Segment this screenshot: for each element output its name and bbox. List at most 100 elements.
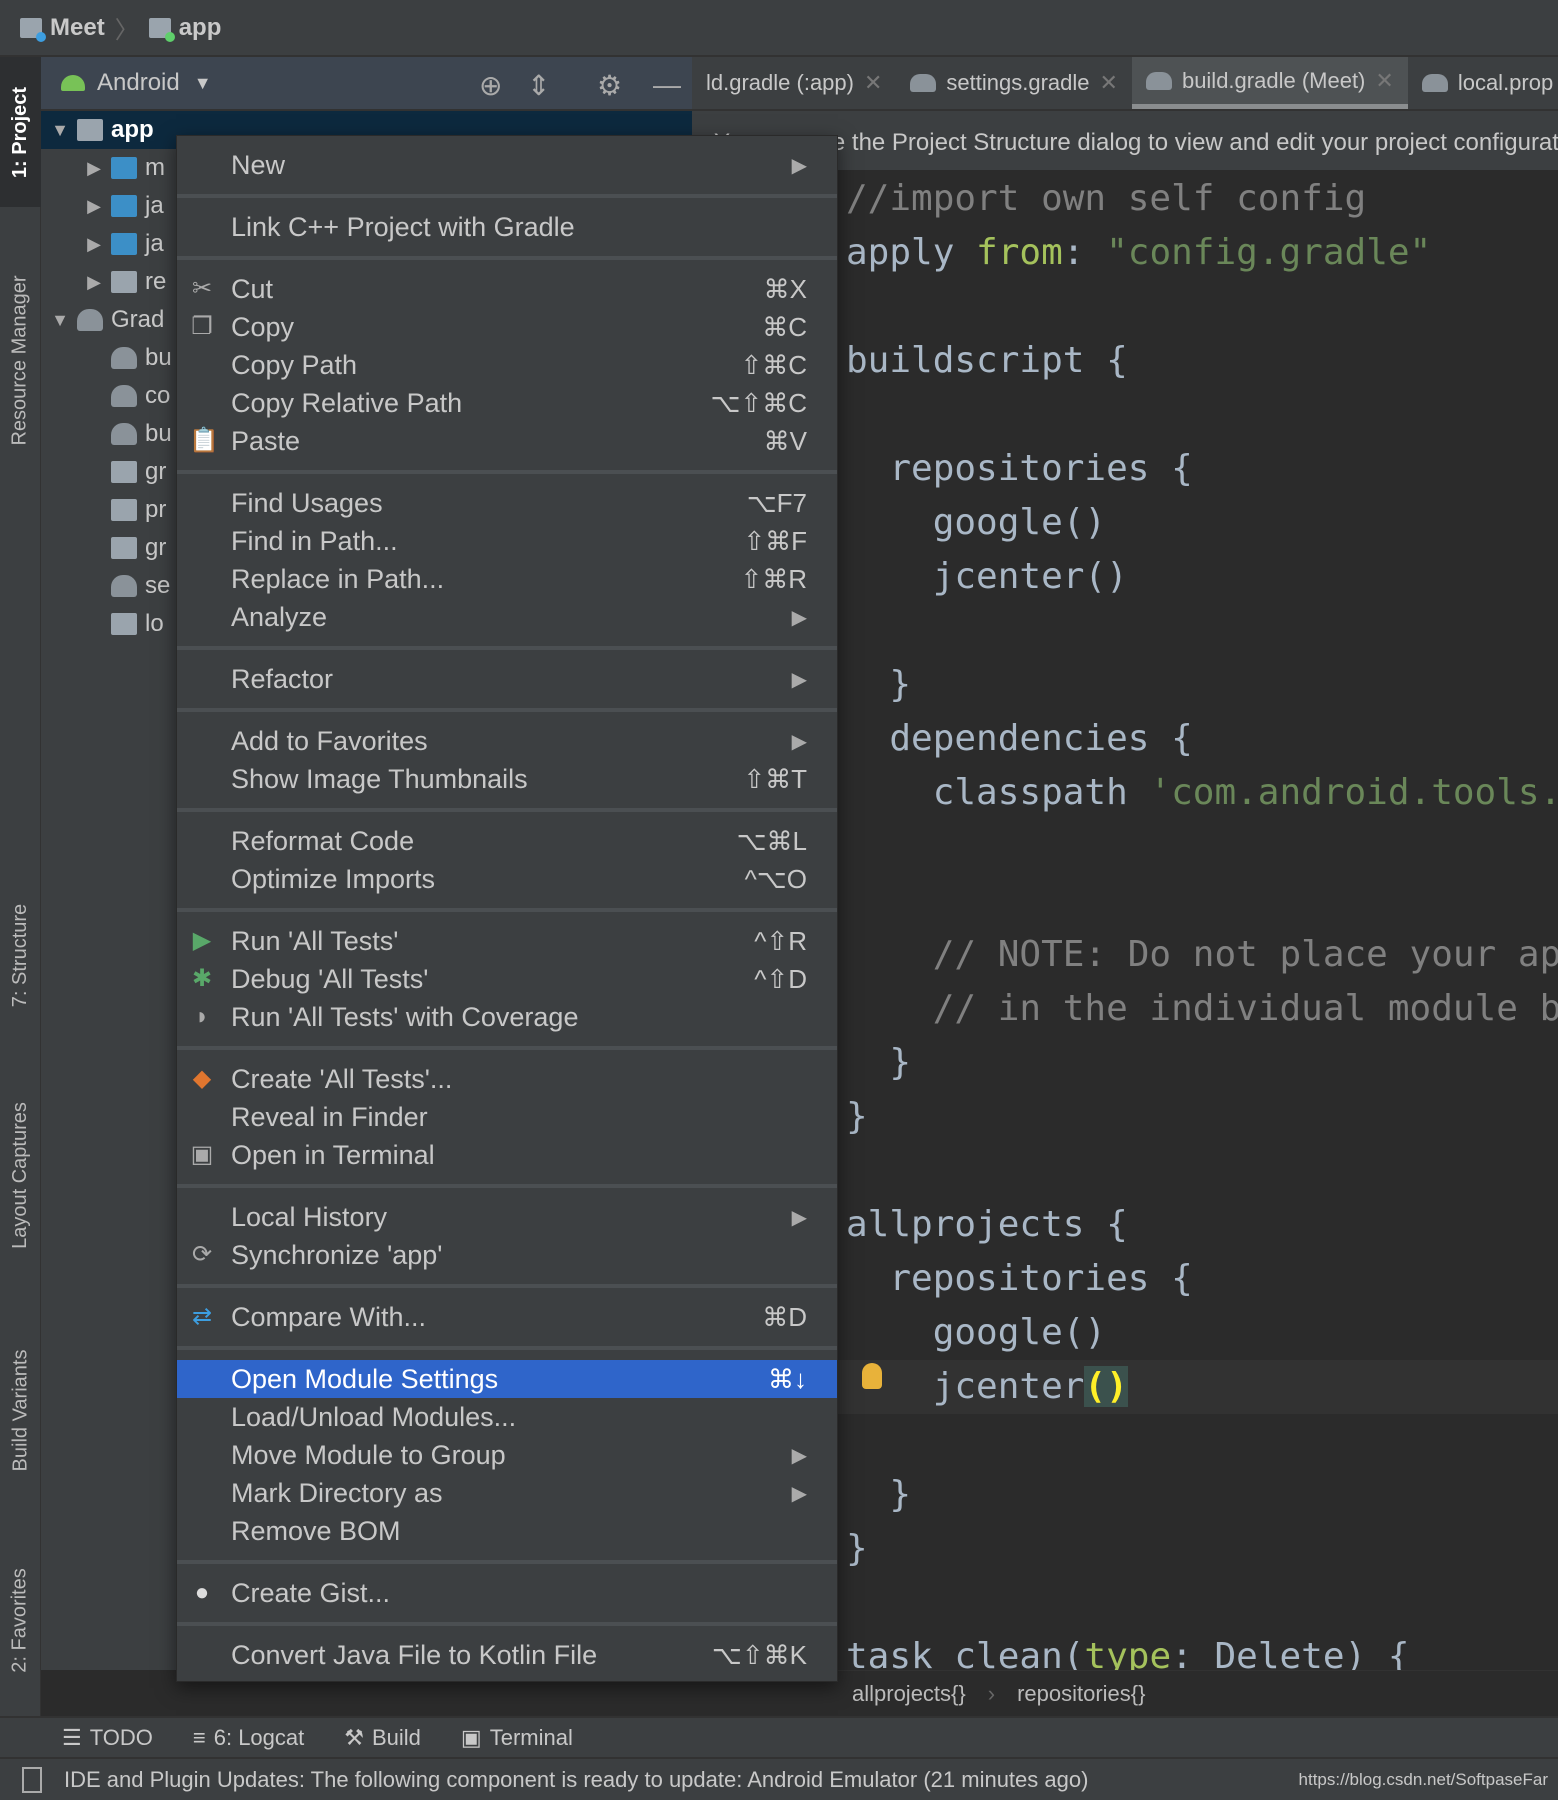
menu-item-refactor[interactable]: Refactor ▶ bbox=[177, 660, 837, 698]
menu-item-run-all-tests[interactable]: ▶ Run 'All Tests' ^⇧R bbox=[177, 922, 837, 960]
menu-item-label: Analyze bbox=[231, 601, 328, 632]
menu-item-mark-directory-as[interactable]: Mark Directory as ▶ bbox=[177, 1474, 837, 1512]
code-token: google() bbox=[846, 502, 1107, 543]
menu-item-shortcut: ⇧⌘R bbox=[740, 563, 807, 594]
breadcrumb-project[interactable]: Meet bbox=[20, 14, 105, 42]
menu-item-move-module-to-group[interactable]: Move Module to Group ▶ bbox=[177, 1436, 837, 1474]
navigation-bar: Meet 〉 app bbox=[0, 0, 1558, 57]
tool-window--favorites[interactable]: 2: Favorites bbox=[0, 1540, 41, 1700]
context-menu: New ▶ Link C++ Project with Gradle ✂ Cut ⌘X ❐ C… bbox=[176, 135, 838, 1682]
menu-item-label: Remove BOM bbox=[231, 1515, 401, 1546]
breadcrumb-module[interactable]: app bbox=[148, 14, 221, 42]
separator-line bbox=[177, 708, 837, 712]
chevron-down-icon[interactable]: ▼ bbox=[194, 73, 212, 94]
menu-separator bbox=[177, 184, 837, 208]
menu-item-link-c-project-with-gradle[interactable]: Link C++ Project with Gradle bbox=[177, 208, 837, 246]
breadcrumb-allprojects[interactable]: allprojects{} bbox=[852, 1681, 966, 1707]
menu-item-synchronize-app[interactable]: ⟳ Synchronize 'app' bbox=[177, 1236, 837, 1274]
github-icon: ● bbox=[194, 1579, 210, 1606]
menu-item-reformat-code[interactable]: Reformat Code ⌥⌘L bbox=[177, 822, 837, 860]
menu-item-local-history[interactable]: Local History ▶ bbox=[177, 1198, 837, 1236]
tool-window--structure[interactable]: 7: Structure bbox=[0, 880, 41, 1030]
menu-item-compare-with[interactable]: ⇄ Compare With... ⌘D bbox=[177, 1298, 837, 1336]
menu-item-shortcut: ⌘D bbox=[762, 1301, 807, 1332]
gradle-icon bbox=[111, 347, 137, 369]
expand-arrow-icon[interactable]: ▼ bbox=[51, 120, 69, 141]
tree-item-label: ja bbox=[145, 230, 164, 257]
gear-icon[interactable]: ⚙ bbox=[597, 69, 622, 102]
menu-item-shortcut: ⇧⌘T bbox=[743, 763, 807, 794]
status-bar: IDE and Plugin Updates: The following co… bbox=[0, 1757, 1558, 1800]
menu-item-optimize-imports[interactable]: Optimize Imports ^⌥O bbox=[177, 860, 837, 898]
status-message[interactable]: IDE and Plugin Updates: The following co… bbox=[64, 1767, 1088, 1793]
menu-item-label: Link C++ Project with Gradle bbox=[231, 211, 575, 242]
collapse-icon[interactable]: ⇕ bbox=[527, 69, 550, 102]
code-token: } bbox=[846, 1042, 912, 1083]
separator-line bbox=[177, 1046, 837, 1050]
menu-item-copy[interactable]: ❐ Copy ⌘C bbox=[177, 308, 837, 346]
menu-item-label: Open in Terminal bbox=[231, 1139, 435, 1170]
logcat-icon: ≡ bbox=[192, 1724, 206, 1750]
menu-item-shortcut: ⌘C bbox=[762, 311, 807, 342]
tool-window-strip: 1: Project Resource Manager 7: Structure La… bbox=[0, 57, 41, 1716]
menu-item-add-to-favorites[interactable]: Add to Favorites ▶ bbox=[177, 722, 837, 760]
tool-todo[interactable]: ☰ TODO bbox=[62, 1725, 153, 1751]
collapse-arrow-icon[interactable]: ▶ bbox=[85, 272, 103, 293]
tool-6-logcat[interactable]: ≡ 6: Logcat bbox=[193, 1725, 304, 1751]
tool-window-build-variants[interactable]: Build Variants bbox=[0, 1320, 41, 1500]
tab[interactable]: local.prop bbox=[1408, 57, 1558, 109]
lightbulb-icon[interactable] bbox=[862, 1363, 882, 1389]
tool-window-layout-captures[interactable]: Layout Captures bbox=[0, 1075, 41, 1275]
close-tab-icon[interactable]: ✕ bbox=[1100, 70, 1118, 96]
tree-item-label: Grad bbox=[111, 306, 165, 333]
close-tab-icon[interactable]: ✕ bbox=[864, 70, 882, 96]
tab[interactable]: settings.gradle ✕ bbox=[896, 57, 1132, 109]
menu-item-debug-all-tests[interactable]: ✱ Debug 'All Tests' ^⇧D bbox=[177, 960, 837, 998]
collapse-arrow-icon[interactable]: ▶ bbox=[85, 234, 103, 255]
code-token: 'com.android.tools.build:gradle' bbox=[1149, 772, 1558, 813]
tool-window--project[interactable]: 1: Project bbox=[0, 57, 41, 207]
editor-tabs: ld.gradle (:app) ✕ settings.gradle ✕ build.g… bbox=[692, 57, 1558, 111]
sync-icon: ⟳ bbox=[191, 1241, 213, 1268]
menu-item-create-all-tests[interactable]: ◆ Create 'All Tests'... bbox=[177, 1060, 837, 1098]
menu-item-remove-bom[interactable]: Remove BOM bbox=[177, 1512, 837, 1550]
menu-item-show-image-thumbnails[interactable]: Show Image Thumbnails ⇧⌘T bbox=[177, 760, 837, 798]
debug-icon: ✱ bbox=[191, 965, 213, 992]
menu-item-open-module-settings[interactable]: Open Module Settings ⌘↓ bbox=[177, 1360, 837, 1398]
menu-item-new[interactable]: New ▶ bbox=[177, 146, 837, 184]
menu-item-load-unload-modules[interactable]: Load/Unload Modules... bbox=[177, 1398, 837, 1436]
menu-item-shortcut: ⌘V bbox=[763, 425, 807, 456]
menu-item-paste[interactable]: 📋 Paste ⌘V bbox=[177, 422, 837, 460]
locate-icon[interactable]: ⊕ bbox=[479, 69, 502, 102]
menu-item-copy-path[interactable]: Copy Path ⇧⌘C bbox=[177, 346, 837, 384]
menu-item-find-usages[interactable]: Find Usages ⌥F7 bbox=[177, 484, 837, 522]
menu-item-find-in-path[interactable]: Find in Path... ⇧⌘F bbox=[177, 522, 837, 560]
breadcrumb-repositories[interactable]: repositories{} bbox=[1017, 1681, 1145, 1707]
menu-item-create-gist[interactable]: ● Create Gist... bbox=[177, 1574, 837, 1612]
code-token: buildscript { bbox=[846, 340, 1128, 381]
menu-item-cut[interactable]: ✂ Cut ⌘X bbox=[177, 270, 837, 308]
status-toggle-icon[interactable] bbox=[22, 1766, 42, 1793]
menu-item-run-all-tests-with-coverage[interactable]: ◗ Run 'All Tests' with Coverage bbox=[177, 998, 837, 1036]
menu-item-open-in-terminal[interactable]: ▣ Open in Terminal bbox=[177, 1136, 837, 1174]
view-selector[interactable]: Android bbox=[97, 69, 180, 97]
tab[interactable]: ld.gradle (:app) ✕ bbox=[692, 57, 896, 109]
collapse-arrow-icon[interactable]: ▶ bbox=[85, 158, 103, 179]
bottom-tool-bar: ☰ TODO ≡ 6: Logcat ⚒ Build ▣ Terminal bbox=[0, 1716, 1558, 1757]
expand-arrow-icon[interactable]: ▼ bbox=[51, 310, 69, 331]
menu-item-label: Show Image Thumbnails bbox=[231, 763, 528, 794]
menu-item-reveal-in-finder[interactable]: Reveal in Finder bbox=[177, 1098, 837, 1136]
tool-window-resource-manager[interactable]: Resource Manager bbox=[0, 245, 41, 475]
menu-item-copy-relative-path[interactable]: Copy Relative Path ⌥⇧⌘C bbox=[177, 384, 837, 422]
close-tab-icon[interactable]: ✕ bbox=[1375, 68, 1393, 94]
terminal-icon: ▣ bbox=[460, 1724, 482, 1750]
menu-item-analyze[interactable]: Analyze ▶ bbox=[177, 598, 837, 636]
tool-terminal[interactable]: ▣ Terminal bbox=[461, 1725, 573, 1751]
tab[interactable]: build.gradle (Meet) ✕ bbox=[1131, 57, 1408, 109]
menu-item-replace-in-path[interactable]: Replace in Path... ⇧⌘R bbox=[177, 560, 837, 598]
menu-item-label: Reformat Code bbox=[231, 825, 415, 856]
menu-item-convert-java-file-to-kotlin-file[interactable]: Convert Java File to Kotlin File ⌥⇧⌘K bbox=[177, 1636, 837, 1674]
minimize-icon[interactable]: — bbox=[653, 69, 681, 101]
tool-build[interactable]: ⚒ Build bbox=[344, 1725, 421, 1751]
collapse-arrow-icon[interactable]: ▶ bbox=[85, 196, 103, 217]
